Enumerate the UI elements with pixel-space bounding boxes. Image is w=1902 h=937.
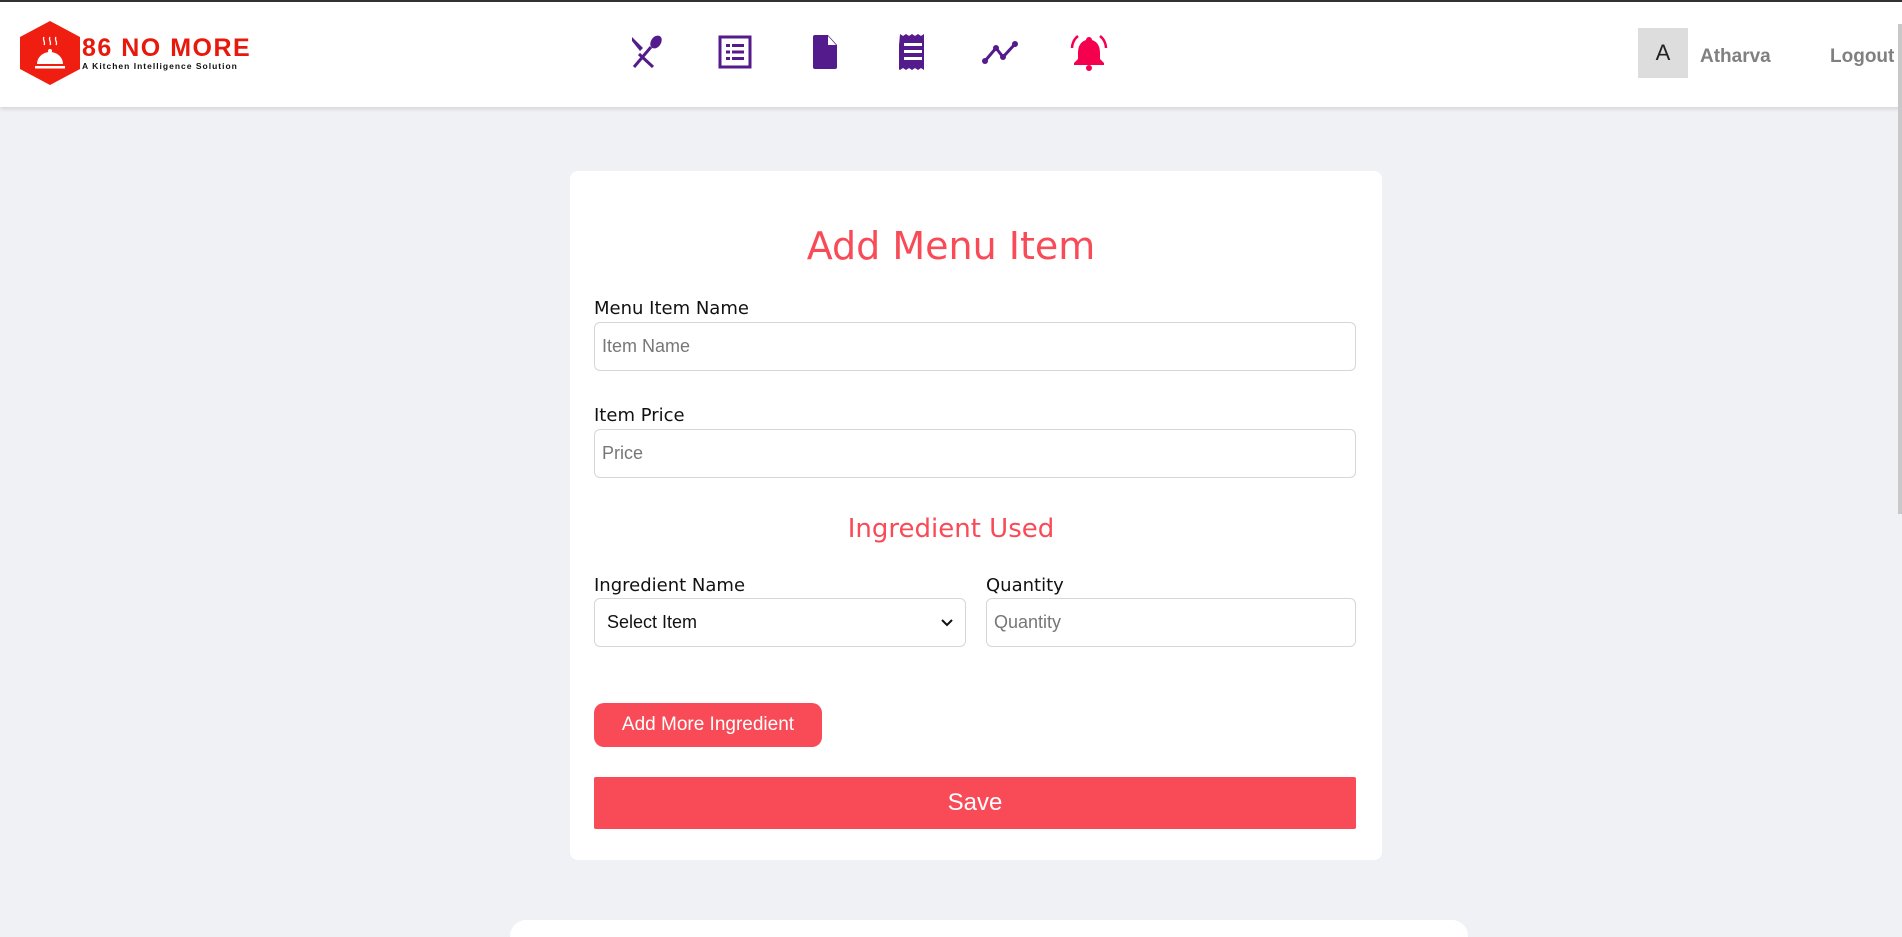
page-title: Add Menu Item: [806, 224, 1096, 268]
quantity-label: Quantity: [986, 575, 1064, 596]
add-more-ingredient-button[interactable]: Add More Ingredient: [594, 703, 822, 747]
menu-item-name-label: Menu Item Name: [594, 298, 749, 319]
item-price-input[interactable]: [594, 429, 1356, 478]
user-name: Atharva: [1700, 46, 1771, 67]
chevron-down-icon: [941, 618, 953, 626]
receipt-icon[interactable]: [893, 32, 933, 72]
avatar[interactable]: A: [1638, 28, 1688, 78]
save-button[interactable]: Save: [594, 777, 1356, 829]
file-icon[interactable]: [805, 32, 845, 72]
menu-item-name-input[interactable]: [594, 322, 1356, 371]
logout-link[interactable]: Logout: [1830, 46, 1894, 68]
logo[interactable]: 86 NO MORE A Kitchen Intelligence Soluti…: [20, 21, 251, 85]
ingredients-heading: Ingredient Used: [847, 514, 1055, 544]
brand-tagline: A Kitchen Intelligence Solution: [82, 61, 238, 71]
item-price-label: Item Price: [594, 405, 685, 426]
chart-line-icon[interactable]: [981, 32, 1021, 72]
cloche-icon: [20, 21, 80, 85]
top-navbar: 86 NO MORE A Kitchen Intelligence Soluti…: [0, 2, 1902, 514]
ingredient-name-label: Ingredient Name: [594, 575, 746, 596]
utensils-icon[interactable]: [627, 32, 667, 72]
list-icon[interactable]: [715, 32, 755, 72]
secondary-card: [510, 920, 1468, 937]
scrollbar[interactable]: [1898, 24, 1902, 514]
quantity-input[interactable]: [986, 598, 1356, 647]
brand-name: 86 NO MORE: [82, 34, 252, 62]
ingredient-select[interactable]: Select Item: [594, 598, 966, 647]
bell-icon[interactable]: [1069, 32, 1109, 72]
ingredient-select-value: Select Item: [607, 612, 698, 632]
